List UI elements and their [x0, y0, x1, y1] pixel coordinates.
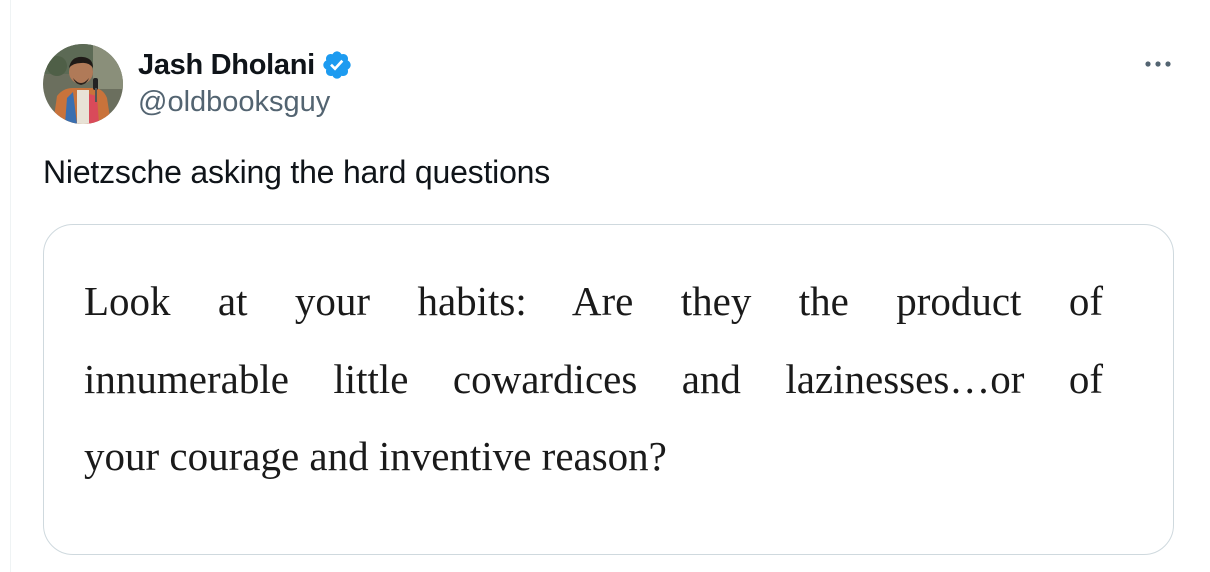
display-name[interactable]: Jash Dholani: [138, 49, 315, 82]
more-options-icon: [1145, 61, 1171, 67]
quote-line-3: your courage and inventive reason?: [84, 433, 667, 479]
profile-photo-avatar: [43, 44, 123, 124]
tweet-text: Nietzsche asking the hard questions: [43, 154, 551, 190]
tweet-media-image[interactable]: Look at your habits: Are they the produc…: [43, 224, 1174, 555]
avatar[interactable]: [43, 44, 123, 124]
quote-line-2: innumerable little cowardices and lazine…: [84, 356, 1103, 402]
verified-badge-icon[interactable]: [321, 49, 353, 81]
author-name-row[interactable]: Jash Dholani: [138, 46, 353, 84]
quote-line-1: Look at your habits: Are they the produc…: [84, 278, 1103, 324]
more-options-button[interactable]: [1138, 52, 1178, 76]
author-handle[interactable]: @oldbooksguy: [138, 86, 330, 119]
